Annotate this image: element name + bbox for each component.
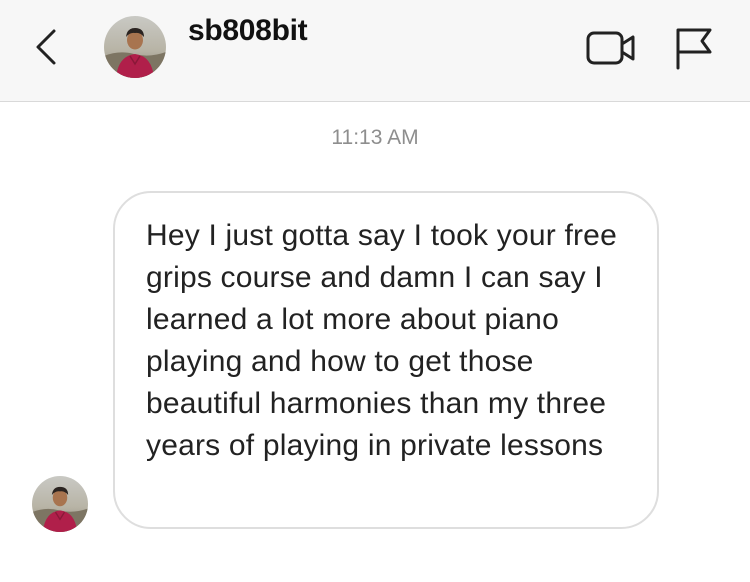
direct-message-screen: sb808bit 11:13 AM Hey I just gotta say I… (0, 0, 750, 582)
video-call-button[interactable] (586, 28, 638, 68)
flag-icon (676, 28, 712, 70)
message-bubble[interactable]: Hey I just gotta say I took your free gr… (113, 191, 659, 529)
avatar[interactable] (104, 16, 166, 78)
avatar-image (104, 16, 166, 78)
sender-avatar[interactable] (32, 476, 88, 532)
chat-username[interactable]: sb808bit (188, 14, 308, 48)
sender-avatar-image (32, 476, 88, 532)
message-timestamp: 11:13 AM (331, 126, 419, 149)
back-button[interactable] (28, 25, 64, 69)
chat-header: sb808bit (0, 0, 750, 102)
chevron-left-icon (36, 29, 56, 65)
message-text: Hey I just gotta say I took your free gr… (146, 219, 617, 462)
report-button[interactable] (674, 26, 714, 70)
video-camera-icon (586, 31, 635, 65)
